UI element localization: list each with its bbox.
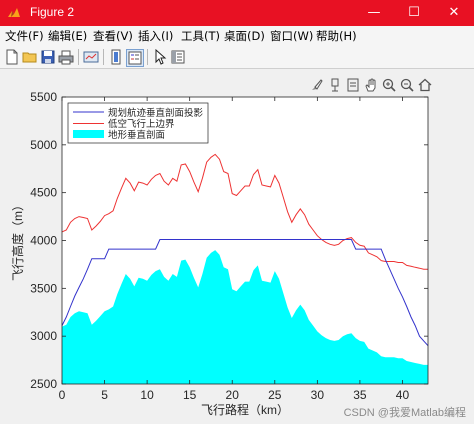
y-tick-label: 5500 — [30, 90, 57, 104]
y-tick-label: 2500 — [30, 377, 57, 391]
legend-label-planned: 规划航迹垂直剖面投影 — [108, 107, 204, 119]
x-tick-label: 20 — [226, 388, 240, 402]
legend-label-terrain: 地形垂直剖面 — [108, 129, 165, 141]
y-tick-label: 3500 — [30, 281, 57, 295]
terrain-profile-chart: 0 5 10 15 20 25 30 35 40 2500 3000 3500 4000 4500 5000… — [10, 90, 466, 419]
legend: 规划航迹垂直剖面投影 低空飞行上边界 地形垂直剖面 — [67, 102, 209, 144]
x-tick-label: 30 — [311, 388, 325, 402]
x-tick-label: 0 — [59, 388, 66, 402]
legend-swatch-terrain — [73, 130, 104, 138]
y-tick-label: 3000 — [30, 329, 57, 343]
x-axis-label: 飞行路程（km） — [201, 402, 289, 417]
watermark: CSDN @我爱Matlab编程 — [344, 405, 466, 419]
legend-label-upper: 低空飞行上边界 — [108, 118, 175, 130]
x-tick-label: 40 — [396, 388, 410, 402]
y-tick-label: 4000 — [30, 234, 57, 248]
y-tick-label: 4500 — [30, 186, 57, 200]
y-tick-label: 5000 — [30, 138, 57, 152]
x-tick-label: 35 — [353, 388, 367, 402]
x-tick-label: 15 — [183, 388, 197, 402]
y-axis-label: 飞行高度（m） — [10, 199, 25, 281]
x-tick-label: 25 — [268, 388, 282, 402]
x-tick-label: 5 — [101, 388, 108, 402]
x-tick-label: 10 — [140, 388, 154, 402]
